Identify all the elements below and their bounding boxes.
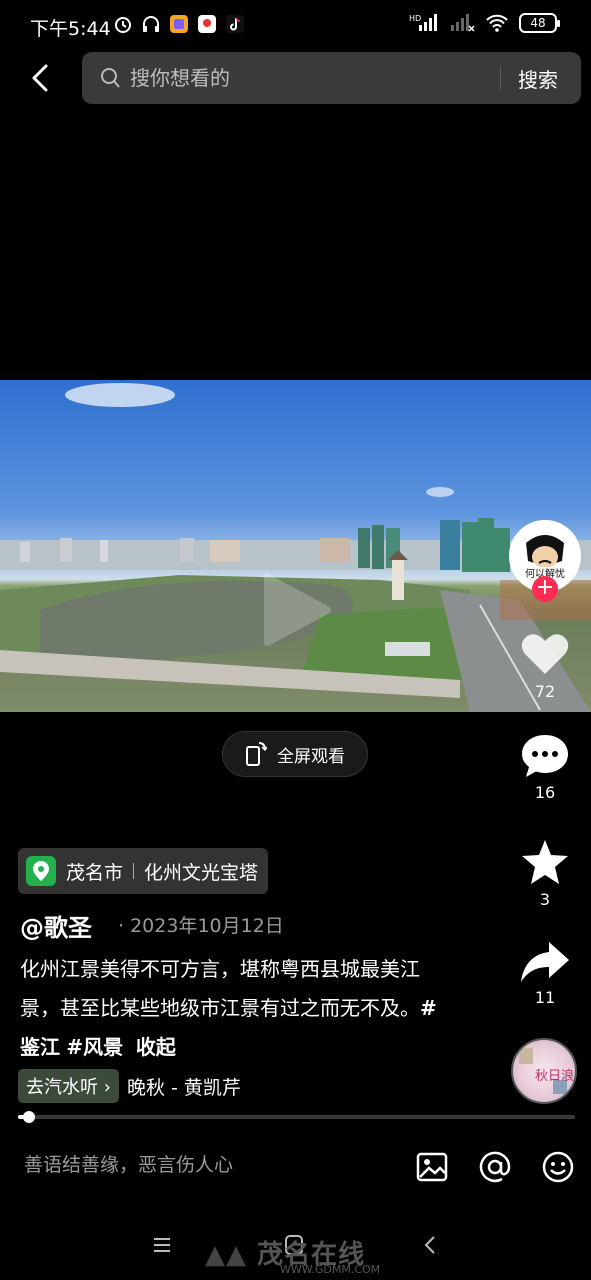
comment-button[interactable]: 16	[515, 733, 575, 802]
search-icon	[101, 68, 120, 88]
heart-icon	[521, 634, 569, 674]
back-button[interactable]	[22, 58, 58, 98]
rotate-screen-icon	[246, 742, 267, 766]
wifi-icon	[486, 14, 508, 32]
location-separator	[133, 863, 135, 879]
chevron-left-icon	[32, 64, 48, 92]
favorite-count: 3	[539, 890, 551, 909]
video-player[interactable]	[0, 380, 591, 712]
post-date-text: 2023年10月12日	[130, 915, 284, 937]
svg-text:HD: HD	[409, 14, 421, 23]
location-tag[interactable]: 茂名市 化州文光宝塔	[18, 848, 269, 894]
video-progress-bar[interactable]	[18, 1111, 575, 1123]
watermark-url: WWW.GDMM.COM	[280, 1263, 381, 1276]
description-text: 化州江景美得不可方言，堪称粤西县城最美江景，甚至比某些地级市江景有过之而无不及。	[20, 957, 420, 1020]
share-arrow-icon	[521, 942, 569, 982]
emoji-icon[interactable]	[541, 1150, 575, 1184]
progress-thumb[interactable]	[23, 1111, 36, 1123]
share-button[interactable]: 11	[515, 940, 575, 1007]
author-name[interactable]: @歌圣	[20, 908, 92, 943]
music-row: 去汽水听 › 晚秋 - 黄凯芹	[18, 1069, 241, 1103]
svg-text:秋日浪漫: 秋日浪漫	[535, 1069, 575, 1084]
listen-in-qishui-button[interactable]: 去汽水听 ›	[18, 1069, 119, 1103]
collapse-link[interactable]: 收起	[136, 1035, 176, 1059]
star-icon	[522, 840, 568, 884]
signal-hd-icon: HD	[409, 14, 437, 31]
like-count: 72	[534, 682, 556, 701]
location-place: 化州文光宝塔	[144, 861, 259, 884]
post-description: 化州江景美得不可方言，堪称粤西县城最美江景，甚至比某些地级市江景有过之而无不及。…	[20, 950, 450, 1067]
comment-bubble-icon	[522, 735, 568, 777]
tiktok-app-icon	[226, 15, 244, 33]
post-date: · 2023年10月12日	[118, 915, 284, 937]
fullscreen-label: 全屏观看	[277, 746, 345, 767]
status-system-icons: HD 48	[409, 13, 560, 33]
image-icon[interactable]	[415, 1150, 449, 1184]
video-scene	[0, 383, 591, 712]
menu-icon[interactable]	[152, 1236, 172, 1254]
status-bar: 下午5:44 HD 48	[0, 0, 591, 50]
signal-no-service-icon	[451, 14, 475, 32]
headset-icon	[143, 16, 159, 32]
status-time: 下午5:44	[30, 18, 111, 40]
location-city: 茂名市	[66, 861, 124, 884]
game-app-icon	[170, 15, 188, 33]
favorite-button[interactable]: 3	[515, 838, 575, 909]
battery-indicator: 48	[519, 13, 560, 33]
hashtag-fengjing[interactable]: #风景	[66, 1035, 123, 1059]
music-cover-image: 秋日浪漫	[519, 1048, 575, 1094]
search-button[interactable]: 搜索	[518, 64, 558, 93]
mention-at-icon[interactable]	[478, 1150, 512, 1184]
search-bar: 搜索	[82, 52, 581, 104]
music-track[interactable]: 晚秋 - 黄凯芹	[127, 1073, 241, 1100]
search-input[interactable]	[130, 64, 490, 92]
share-count: 11	[534, 988, 556, 1007]
comment-count: 16	[534, 783, 556, 802]
follow-button[interactable]: +	[532, 576, 558, 602]
fullscreen-button[interactable]: 全屏观看	[222, 731, 368, 777]
alarm-icon	[115, 17, 131, 33]
back-nav-icon[interactable]	[422, 1234, 438, 1256]
location-pin-icon	[26, 856, 56, 886]
map-app-icon	[198, 15, 216, 33]
comment-input[interactable]	[24, 1150, 394, 1180]
search-divider	[500, 66, 501, 90]
status-notification-icons	[112, 13, 246, 35]
chevron-right-icon: ›	[103, 1077, 111, 1098]
like-button[interactable]: 72	[515, 630, 575, 701]
music-disc[interactable]: 秋日浪漫	[511, 1038, 577, 1104]
listen-button-label: 去汽水听	[26, 1077, 98, 1098]
play-icon[interactable]	[254, 570, 334, 650]
